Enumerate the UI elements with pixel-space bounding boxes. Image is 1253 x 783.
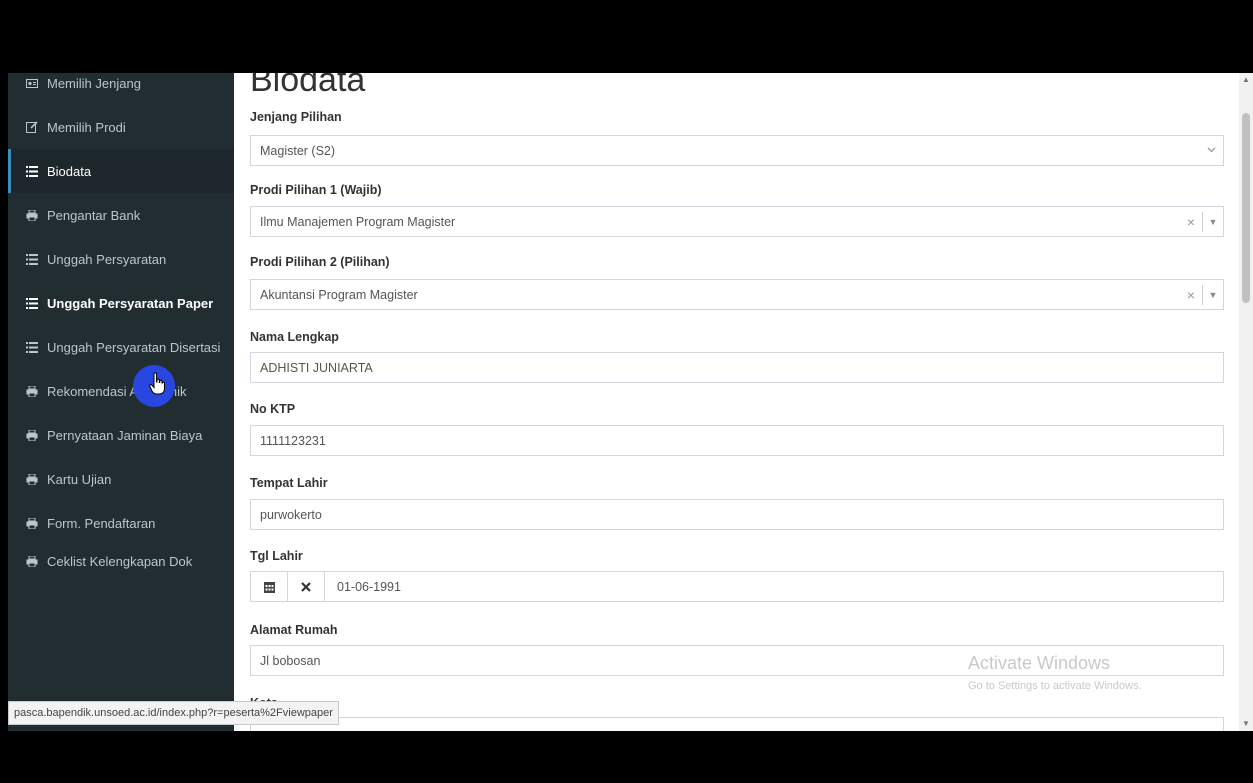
print-icon [26,517,38,529]
sidebar-item-label: Unggah Persyaratan [47,251,167,267]
prodi1-value: Ilmu Manajemen Program Magister [260,214,456,229]
ktp-value: 1111123231 [260,433,326,448]
prodi2-select[interactable]: Akuntansi Program Magister × ▼ [250,279,1224,310]
edit-icon [26,121,38,133]
sidebar-item-label: Memilih Prodi [47,119,126,135]
sidebar-item-unggah-persyaratan-paper[interactable]: Unggah Persyaratan Paper [8,281,234,325]
main-content: Biodata Jenjang Pilihan Magister (S2) Pr… [234,73,1239,731]
sidebar-item-pernyataan-jaminan-biaya[interactable]: Pernyataan Jaminan Biaya [8,413,234,457]
status-bar-url: pasca.bapendik.unsoed.ac.id/index.php?r=… [8,701,339,725]
alamat-label: Alamat Rumah [250,623,338,637]
jenjang-label: Jenjang Pilihan [250,110,342,124]
tgl-label: Tgl Lahir [250,549,303,563]
prodi2-label: Prodi Pilihan 2 (Pilihan) [250,255,390,269]
print-icon [26,473,38,485]
print-icon [26,429,38,441]
sidebar-item-label: Unggah Persyaratan Disertasi [47,339,221,355]
sidebar-item-rekomendasi-akademik[interactable]: Rekomendasi Akademik [8,369,234,413]
watermark-title: Activate Windows [968,653,1111,673]
browser-viewport: Memilih Jenjang Memilih Prodi Biodata Pe… [8,73,1253,731]
sidebar: Memilih Jenjang Memilih Prodi Biodata Pe… [8,73,234,731]
print-icon [26,555,38,567]
sidebar-item-label: Memilih Jenjang [47,75,141,91]
watermark-subtitle: Go to Settings to activate Windows. [968,680,1142,692]
tempat-input[interactable]: purwokerto [250,499,1224,530]
calendar-icon[interactable] [251,572,288,601]
scroll-thumb[interactable] [1242,113,1250,303]
jenjang-value: Magister (S2) [260,143,336,158]
sidebar-item-label: Unggah Persyaratan Paper [47,295,214,311]
prodi2-value: Akuntansi Program Magister [260,287,418,302]
vertical-scrollbar[interactable]: ▲ ▼ [1239,73,1253,731]
print-icon [26,209,38,221]
clear-icon[interactable]: × [1180,287,1202,303]
sidebar-item-kartu-ujian[interactable]: Kartu Ujian [8,457,234,501]
sidebar-item-ceklist-kelengkapan-dok[interactable]: Ceklist Kelengkapan Dok [8,539,234,583]
list-icon [26,253,38,265]
sidebar-item-unggah-persyaratan[interactable]: Unggah Persyaratan [8,237,234,281]
scroll-up-icon[interactable]: ▲ [1239,73,1253,87]
list-icon [26,297,38,309]
print-icon [26,385,38,397]
chevron-down-icon [1199,145,1223,156]
kota-input[interactable] [250,717,1224,731]
caret-down-icon[interactable]: ▼ [1203,217,1223,227]
scroll-down-icon[interactable]: ▼ [1239,717,1253,731]
sidebar-item-label: Pengantar Bank [47,207,141,223]
jenjang-select[interactable]: Magister (S2) [250,135,1224,166]
nama-label: Nama Lengkap [250,330,339,344]
sidebar-item-label: Kartu Ujian [47,471,112,487]
ktp-input[interactable]: 1111123231 [250,425,1224,456]
tgl-value: 01-06-1991 [337,579,401,594]
ktp-label: No KTP [250,402,296,416]
sidebar-item-biodata[interactable]: Biodata [8,149,234,193]
prodi1-select[interactable]: Ilmu Manajemen Program Magister × ▼ [250,206,1224,237]
tempat-label: Tempat Lahir [250,476,328,490]
list-icon [26,341,38,353]
nama-value: ADHISTI JUNIARTA [260,360,373,375]
tgl-input[interactable]: 01-06-1991 [250,571,1224,602]
caret-down-icon[interactable]: ▼ [1203,290,1223,300]
sidebar-item-unggah-persyaratan-disertasi[interactable]: Unggah Persyaratan Disertasi [8,325,234,369]
bottom-letterbox [0,731,1253,783]
remove-date-icon[interactable] [288,572,325,601]
windows-activation-watermark: Activate Windows Go to Settings to activ… [968,653,1142,692]
prodi1-label: Prodi Pilihan 1 (Wajib) [250,183,382,197]
sidebar-item-memilih-prodi[interactable]: Memilih Prodi [8,105,234,149]
id-card-icon [26,78,38,88]
page-title: Biodata [250,73,366,99]
sidebar-item-label: Pernyataan Jaminan Biaya [47,427,203,443]
nama-input[interactable]: ADHISTI JUNIARTA [250,352,1224,383]
tempat-value: purwokerto [260,507,322,522]
sidebar-item-label: Ceklist Kelengkapan Dok [47,553,193,569]
hand-cursor-icon [149,372,165,395]
top-letterbox [0,0,1253,73]
clear-icon[interactable]: × [1180,214,1202,230]
sidebar-item-memilih-jenjang[interactable]: Memilih Jenjang [8,73,234,105]
sidebar-item-pengantar-bank[interactable]: Pengantar Bank [8,193,234,237]
sidebar-item-label: Biodata [47,163,92,179]
sidebar-item-label: Form. Pendaftaran [47,515,156,531]
list-icon [26,165,38,177]
